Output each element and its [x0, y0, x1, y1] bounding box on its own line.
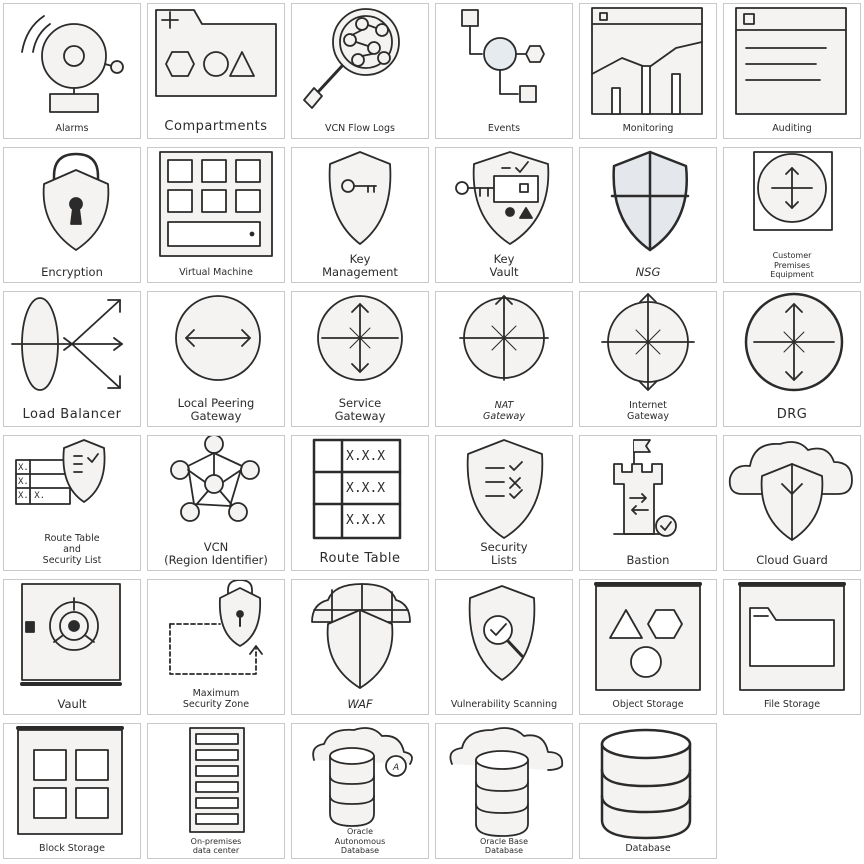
- waf-firewall-icon: [292, 580, 429, 715]
- nsg-shield-icon: [580, 148, 717, 283]
- icon-label: Oracle Autonomous Database: [334, 827, 386, 855]
- icon-label: Route Table: [319, 551, 401, 567]
- icon-tile: Cloud Guard: [723, 435, 861, 571]
- table-cell-text: X.X.X: [346, 449, 385, 464]
- icon-tile: Bastion: [579, 435, 717, 571]
- icon-label: Maximum Security Zone: [182, 688, 250, 711]
- icon-tile: X.X.X X.X.X X.X.X Route Table: [291, 435, 429, 571]
- icon-tile: VCN (Region Identifier): [147, 435, 285, 571]
- virtual-machine-icon: [148, 148, 285, 283]
- icon-label: Database: [625, 843, 671, 855]
- icon-tile: Maximum Security Zone: [147, 579, 285, 715]
- icon-tile: Key Vault: [435, 147, 573, 283]
- icon-tile: Local Peering Gateway: [147, 291, 285, 427]
- icon-label: VCN Flow Logs: [325, 123, 395, 135]
- icon-tile: File Storage: [723, 579, 861, 715]
- icon-label: Route Table and Security List: [42, 533, 102, 567]
- icon-tile: Alarms: [3, 3, 141, 139]
- icon-tile: Vulnerability Scanning: [435, 579, 573, 715]
- icon-tile: Customer Premises Equipment: [723, 147, 861, 283]
- padlock-icon: [4, 148, 141, 283]
- magnifier-network-icon: [292, 4, 429, 139]
- icon-label: Vault: [57, 696, 87, 711]
- icon-tile: Security Lists: [435, 435, 573, 571]
- table-cell-text: X.: [18, 477, 29, 487]
- icon-label: Load Balancer: [22, 407, 122, 423]
- icon-label: Oracle Base Database: [479, 836, 529, 855]
- icon-label: NAT Gateway: [483, 400, 525, 423]
- icon-label: Vulnerability Scanning: [450, 699, 558, 711]
- icon-label: WAF: [347, 696, 373, 711]
- icon-label: Bastion: [626, 552, 670, 567]
- file-storage-icon: [724, 580, 861, 715]
- icon-label: Key Vault: [489, 251, 519, 279]
- cloud-guard-icon: [724, 436, 861, 571]
- event-flow-icon: [436, 4, 573, 139]
- icon-label: Alarms: [55, 123, 89, 135]
- icon-label: Customer Premises Equipment: [770, 251, 814, 279]
- icon-tile: Monitoring: [579, 3, 717, 139]
- icon-label: Encryption: [41, 264, 103, 279]
- icon-label: Auditing: [772, 123, 812, 135]
- icon-label: Monitoring: [622, 123, 674, 135]
- icon-tile: X. X. X. X. Route Table and Security List: [3, 435, 141, 571]
- icon-tile: A Oracle Autonomous Database: [291, 723, 429, 859]
- icon-tile: Object Storage: [579, 579, 717, 715]
- icon-tile: WAF: [291, 579, 429, 715]
- icon-tile: Service Gateway: [291, 291, 429, 427]
- icon-tile: Compartments: [147, 3, 285, 139]
- icon-label: Security Lists: [480, 539, 528, 567]
- icon-label: Internet Gateway: [627, 400, 669, 423]
- database-icon: [580, 724, 717, 859]
- icon-label: Key Management: [322, 251, 398, 279]
- icon-label: Local Peering Gateway: [177, 395, 255, 423]
- table-cell-text: X. X.: [18, 491, 45, 501]
- table-cell-text: X.X.X: [346, 513, 385, 528]
- icon-tile: Vault: [3, 579, 141, 715]
- icon-label: Block Storage: [39, 843, 105, 855]
- icon-tile: Block Storage: [3, 723, 141, 859]
- table-cell-text: X.X.X: [346, 481, 385, 496]
- icon-tile: DRG: [723, 291, 861, 427]
- vault-safe-icon: [4, 580, 141, 715]
- vulnerability-scan-icon: [436, 580, 573, 715]
- block-storage-icon: [4, 724, 141, 859]
- icon-grid: Alarms Compartments VCN Flow Logs Events…: [3, 3, 861, 861]
- icon-label: Object Storage: [612, 699, 684, 711]
- table-cell-text: X.: [18, 463, 29, 473]
- icon-tile: NSG: [579, 147, 717, 283]
- icon-label: File Storage: [763, 699, 821, 711]
- icon-label: VCN (Region Identifier): [164, 539, 268, 567]
- icon-label: Service Gateway: [334, 395, 386, 423]
- icon-tile: Key Management: [291, 147, 429, 283]
- monitor-chart-icon: [580, 4, 717, 139]
- audit-document-icon: [724, 4, 861, 139]
- icon-tile: Encryption: [3, 147, 141, 283]
- icon-tile: Auditing: [723, 3, 861, 139]
- icon-label: DRG: [776, 407, 808, 423]
- alarm-bell-icon: [4, 4, 141, 139]
- icon-label: On-premises data center: [190, 836, 242, 855]
- icon-tile: On-premises data center: [147, 723, 285, 859]
- icon-label: Cloud Guard: [756, 552, 828, 567]
- icon-tile: Oracle Base Database: [435, 723, 573, 859]
- icon-label: Virtual Machine: [179, 267, 253, 279]
- icon-tile: Virtual Machine: [147, 147, 285, 283]
- icon-tile: Load Balancer: [3, 291, 141, 427]
- icon-label: NSG: [635, 264, 661, 279]
- icon-tile: NAT Gateway: [435, 291, 573, 427]
- icon-tile: Events: [435, 3, 573, 139]
- object-storage-icon: [580, 580, 717, 715]
- icon-tile: VCN Flow Logs: [291, 3, 429, 139]
- icon-label: Compartments: [164, 119, 268, 135]
- autonomous-badge-text: A: [392, 763, 399, 773]
- bastion-tower-icon: [580, 436, 717, 571]
- icon-label: Events: [487, 123, 521, 135]
- icon-tile: Database: [579, 723, 717, 859]
- icon-tile: Internet Gateway: [579, 291, 717, 427]
